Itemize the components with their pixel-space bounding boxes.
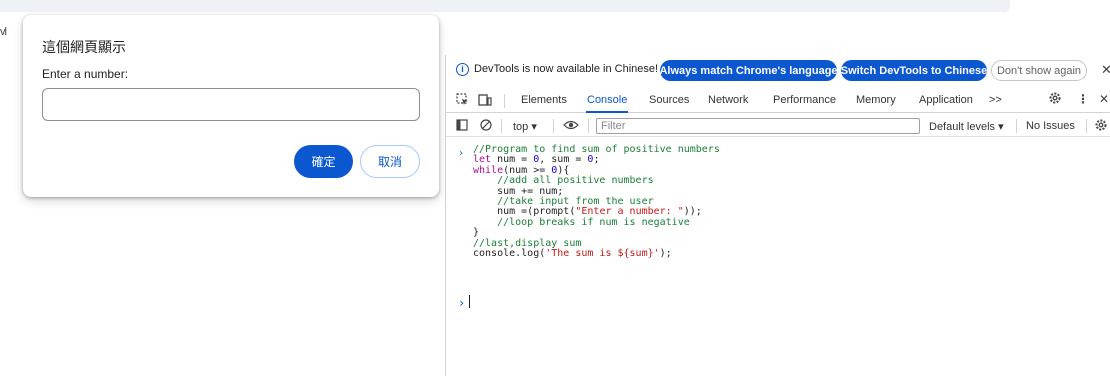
divider — [588, 119, 589, 133]
issues-count[interactable]: No Issues — [1026, 120, 1075, 132]
prompt-caret-icon: › — [458, 296, 466, 310]
log-levels-dropdown[interactable]: Default levels ▾ — [929, 120, 1004, 133]
code-token: ){ — [557, 164, 570, 176]
divider — [501, 119, 502, 133]
infobar-message: DevTools is now available in Chinese! — [474, 63, 659, 75]
console-code-line: //loop breaks if num is negative — [473, 216, 1110, 228]
context-selector[interactable]: top ▾ — [513, 120, 537, 133]
settings-icon[interactable] — [1048, 91, 1062, 108]
tab-sources[interactable]: Sources — [649, 94, 689, 106]
code-token: num =(prompt( — [473, 206, 576, 218]
tab-performance[interactable]: Performance — [773, 94, 836, 106]
code-token: "Enter a number: " — [575, 206, 684, 218]
device-toolbar-icon[interactable] — [478, 93, 492, 109]
code-token: sum += num; — [473, 185, 564, 197]
browser-top-strip — [0, 0, 1010, 12]
console-toolbar: top ▾ Filter Default levels ▾ No Issues — [446, 115, 1110, 137]
code-token: //take input from the user — [473, 195, 654, 207]
console-prompt[interactable] — [469, 295, 470, 308]
code-token: ; — [593, 154, 600, 166]
more-tabs-button[interactable]: >> — [989, 94, 1002, 106]
devtools-tabbar: Elements Console Sources Network Perform… — [446, 89, 1110, 113]
console-code-line: //add all positive numbers — [473, 175, 1110, 187]
switch-devtools-chinese-button[interactable]: Switch DevTools to Chinese — [841, 60, 987, 81]
divider — [1016, 119, 1017, 133]
console-settings-icon[interactable] — [1094, 118, 1108, 135]
eye-icon[interactable] — [563, 119, 579, 134]
tab-console[interactable]: Console — [587, 94, 627, 106]
page-area: vl 這個網頁顯示 Enter a number: 確定 取消 — [0, 0, 1010, 376]
divider — [1086, 119, 1087, 133]
dont-show-again-button[interactable]: Don't show again — [991, 60, 1087, 81]
inspect-icon[interactable] — [456, 93, 469, 109]
tab-application[interactable]: Application — [919, 94, 973, 106]
code-token: num = — [491, 154, 534, 166]
active-tab-indicator — [586, 111, 628, 113]
code-token: (num >= — [503, 164, 552, 176]
always-match-language-button[interactable]: Always match Chrome's language — [659, 60, 838, 81]
divider — [504, 94, 505, 108]
sidebar-icon[interactable] — [456, 119, 468, 134]
console-output: //Program to find sum of positive number… — [473, 144, 1110, 259]
page-edge-text: vl — [0, 26, 7, 38]
code-token: } — [473, 227, 480, 239]
prompt-input[interactable] — [42, 88, 420, 121]
divider — [553, 119, 554, 133]
tab-elements[interactable]: Elements — [521, 94, 567, 106]
console-code-line: console.log('The sum is ${sum}'); — [473, 247, 1110, 259]
tab-memory[interactable]: Memory — [856, 94, 896, 106]
code-token: //add all positive numbers — [473, 175, 654, 187]
dialog-message: Enter a number: — [42, 67, 129, 81]
cancel-button[interactable]: 取消 — [360, 145, 420, 178]
devtools-panel: i DevTools is now available in Chinese! … — [445, 55, 1110, 376]
code-token: //last,display sum — [473, 237, 582, 249]
filter-input[interactable]: Filter — [596, 118, 920, 134]
code-token: //loop breaks if num is negative — [473, 216, 690, 228]
close-icon[interactable]: ✕ — [1101, 62, 1110, 78]
dialog-title: 這個網頁顯示 — [42, 40, 126, 56]
close-devtools-icon[interactable]: ✕ — [1099, 92, 1109, 106]
code-token: , sum = — [539, 154, 588, 166]
prompt-dialog: 這個網頁顯示 Enter a number: 確定 取消 — [23, 15, 439, 197]
code-token: while — [473, 164, 504, 176]
ok-button[interactable]: 確定 — [294, 145, 353, 178]
clear-console-icon[interactable] — [480, 119, 492, 134]
more-vert-icon[interactable]: ⋮ — [1077, 92, 1089, 106]
tab-network[interactable]: Network — [708, 94, 748, 106]
code-token: let — [473, 154, 492, 166]
input-caret-icon: › — [458, 148, 465, 159]
info-icon: i — [456, 63, 469, 76]
code-token: ); — [659, 247, 672, 259]
code-token: )); — [683, 206, 702, 218]
code-token: //Program to find sum of positive number… — [473, 144, 720, 155]
language-infobar: i DevTools is now available in Chinese! … — [446, 55, 1110, 85]
code-token: 'The sum is ${sum}' — [545, 247, 660, 259]
code-token: console.log( — [473, 247, 546, 259]
